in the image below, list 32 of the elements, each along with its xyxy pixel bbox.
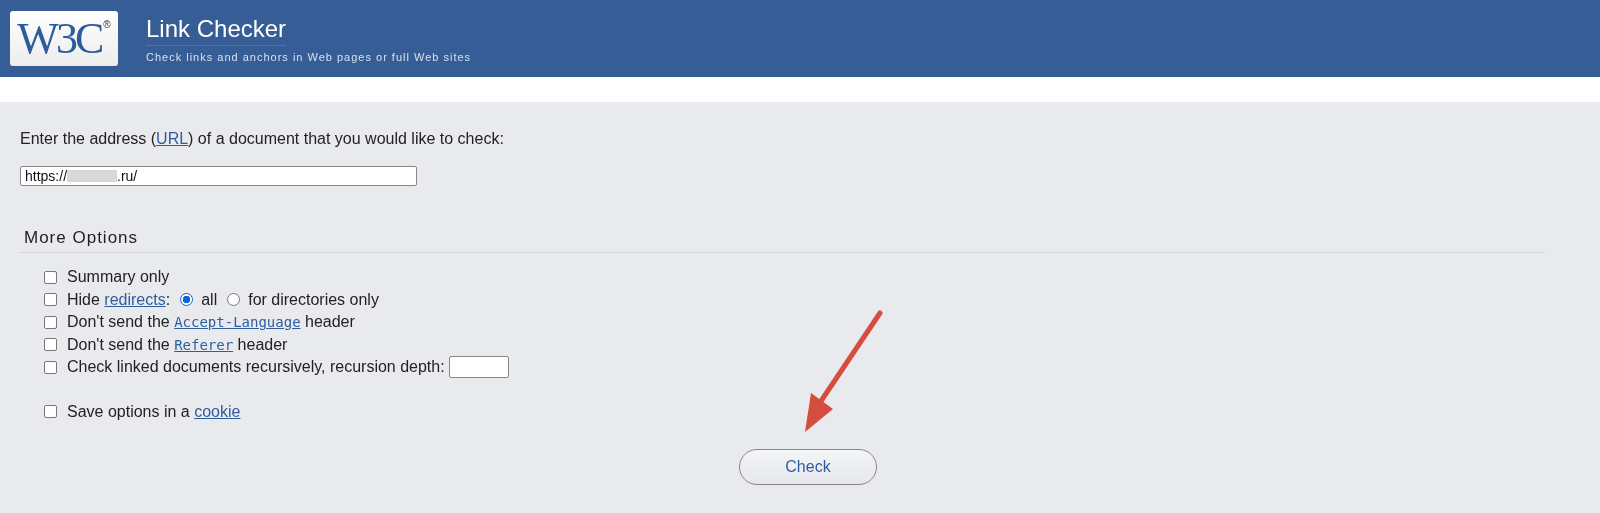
checkbox[interactable] bbox=[44, 293, 57, 307]
header-link[interactable]: Referer bbox=[174, 336, 234, 353]
option-label: Save options in a bbox=[67, 402, 191, 421]
page-subtitle: Check links and anchors in Web pages or full Web sites bbox=[146, 50, 472, 63]
logo[interactable]: W3C® bbox=[10, 11, 118, 66]
more-options-heading: More Options bbox=[24, 228, 140, 248]
option-link[interactable]: redirects bbox=[104, 290, 166, 309]
option-label: Summary only bbox=[67, 268, 170, 287]
header-link[interactable]: Accept-Language bbox=[174, 314, 301, 331]
page-title: Link Checker bbox=[146, 14, 287, 46]
radio-button[interactable] bbox=[227, 293, 241, 307]
option-label: Don't send the bbox=[67, 313, 171, 332]
radio-label: for directories only bbox=[248, 290, 379, 309]
check-button[interactable]: Check bbox=[739, 449, 877, 485]
option-label: Hide bbox=[67, 290, 101, 309]
checkbox[interactable] bbox=[44, 315, 57, 329]
radio-button[interactable] bbox=[180, 293, 194, 307]
url-link[interactable]: URL bbox=[156, 130, 189, 147]
depth-field[interactable] bbox=[448, 356, 509, 379]
url-prompt: Enter the address (URL) of a document that you would like to check: bbox=[20, 129, 505, 148]
cookie-link[interactable]: cookie bbox=[194, 402, 241, 421]
checkbox[interactable] bbox=[44, 360, 57, 374]
checkbox[interactable] bbox=[44, 338, 57, 352]
radio-label: all bbox=[201, 290, 218, 309]
option-label: header bbox=[304, 313, 355, 332]
url-field[interactable]: https:// .ru/ bbox=[20, 166, 417, 186]
option-label: header bbox=[236, 335, 288, 354]
option-label: : bbox=[165, 290, 171, 309]
checkbox[interactable] bbox=[44, 270, 57, 284]
option-label: Don't send the bbox=[67, 335, 171, 354]
checkbox[interactable] bbox=[44, 405, 57, 419]
option-label: Check linked documents recursively, recursion depth: bbox=[67, 358, 445, 377]
